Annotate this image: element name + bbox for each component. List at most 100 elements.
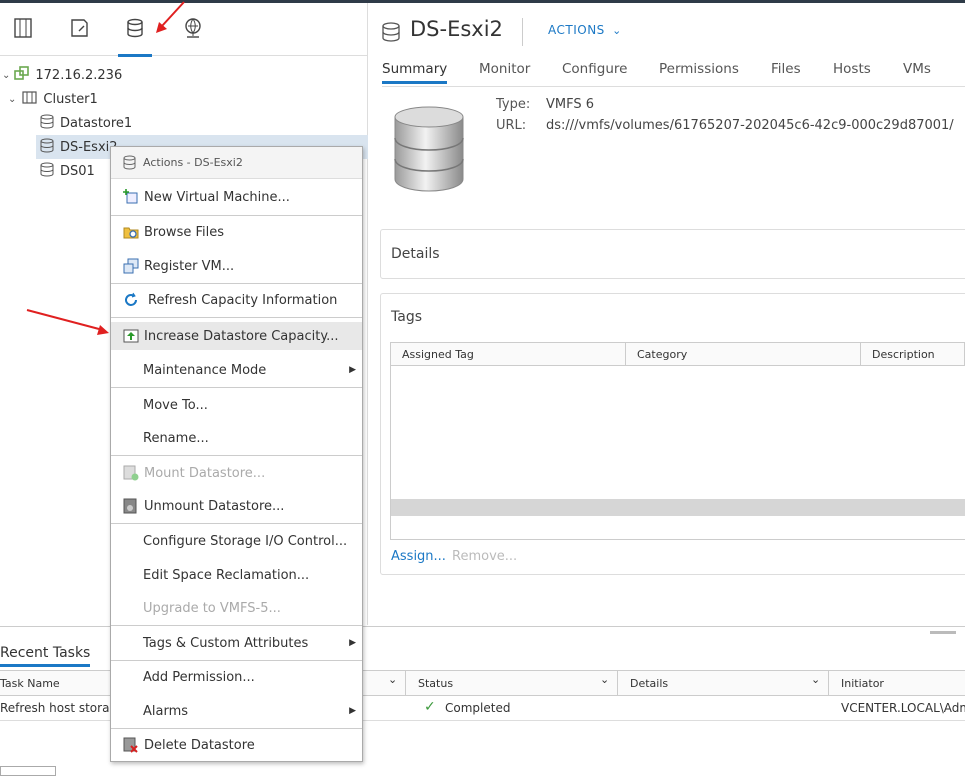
tree-item-label: DS01 — [60, 163, 95, 179]
column-divider — [860, 343, 861, 365]
task-status-cell: Completed — [445, 701, 511, 715]
refresh-icon — [123, 292, 139, 308]
task-name-cell[interactable]: Refresh host storage — [0, 701, 124, 715]
hosts-clusters-icon[interactable] — [6, 17, 40, 51]
tree-item-cluster[interactable]: ⌄ Cluster1 — [8, 87, 98, 111]
browse-files-icon — [123, 224, 139, 240]
tree-item-datastore1[interactable]: Datastore1 — [40, 111, 132, 135]
panel-resize-handle[interactable] — [930, 631, 956, 634]
menu-item-refresh-capacity[interactable]: Refresh Capacity Information — [111, 286, 362, 314]
column-description[interactable]: Description — [872, 348, 935, 361]
datastore-icon — [40, 114, 54, 133]
column-category[interactable]: Category — [637, 348, 687, 361]
menu-item-label: Upgrade to VMFS-5... — [143, 600, 281, 616]
menu-item-move-to[interactable]: Move To... — [111, 391, 362, 419]
menu-item-label: Refresh Capacity Information — [148, 292, 338, 308]
chevron-down-icon[interactable]: ⌄ — [8, 94, 16, 105]
increase-capacity-icon — [123, 328, 139, 344]
submenu-arrow-icon: ▶ — [349, 365, 356, 375]
menu-item-new-vm[interactable]: New Virtual Machine... — [111, 183, 362, 211]
type-key: Type: — [496, 97, 531, 112]
datastore-large-icon — [392, 105, 466, 199]
menu-item-add-permission[interactable]: Add Permission... — [111, 663, 362, 691]
menu-item-label: New Virtual Machine... — [144, 189, 290, 205]
menu-divider — [111, 317, 362, 318]
annotation-arrow-icon — [156, 1, 185, 33]
tab-summary[interactable]: Summary — [382, 61, 448, 84]
page-title: DS-Esxi2 — [410, 17, 503, 41]
submenu-arrow-icon: ▶ — [349, 638, 356, 648]
type-value: VMFS 6 — [546, 97, 595, 112]
menu-item-configure-sioc[interactable]: Configure Storage I/O Control... — [111, 527, 362, 555]
chevron-down-icon[interactable]: ⌄ — [2, 70, 10, 81]
column-divider — [405, 671, 406, 695]
tree-item-label: Cluster1 — [43, 91, 98, 107]
horizontal-scrollbar[interactable] — [391, 499, 965, 516]
column-task-name[interactable]: Task Name — [0, 677, 60, 690]
details-title: Details — [391, 246, 440, 262]
tab-files[interactable]: Files — [771, 61, 801, 77]
filter-dropdown[interactable] — [0, 766, 56, 776]
datastore-icon — [123, 155, 136, 174]
menu-divider — [111, 455, 362, 456]
chevron-down-icon[interactable]: ⌄ — [811, 673, 820, 686]
assign-link[interactable]: Assign... — [391, 549, 446, 564]
menu-divider — [111, 215, 362, 216]
actions-label: ACTIONS — [548, 23, 605, 37]
check-icon: ✓ — [424, 699, 436, 715]
column-details[interactable]: Details — [630, 677, 668, 690]
menu-item-label: Register VM... — [144, 258, 235, 274]
recent-tasks-tab[interactable]: Recent Tasks — [0, 645, 91, 667]
menu-divider — [111, 387, 362, 388]
tab-permissions[interactable]: Permissions — [659, 61, 739, 77]
menu-item-rename[interactable]: Rename... — [111, 424, 362, 452]
actions-button[interactable]: ACTIONS ⌄ — [548, 23, 622, 37]
tree-item-ds01[interactable]: DS01 — [40, 159, 95, 183]
column-status[interactable]: Status — [418, 677, 453, 690]
menu-item-mount-datastore: Mount Datastore... — [111, 459, 362, 487]
menu-item-label: Rename... — [143, 430, 209, 446]
storage-icon[interactable] — [118, 17, 152, 57]
menu-item-label: Unmount Datastore... — [144, 498, 285, 514]
content-panel: DS-Esxi2 ACTIONS ⌄ Summary Monitor Confi… — [370, 3, 965, 625]
menu-item-delete-datastore[interactable]: Delete Datastore — [111, 731, 362, 759]
menu-item-increase-capacity[interactable]: Increase Datastore Capacity... — [111, 322, 362, 350]
menu-header: Actions - DS-Esxi2 — [111, 147, 362, 179]
menu-item-label: Move To... — [143, 397, 208, 413]
tree-item-label: DS-Esxi2 — [60, 139, 118, 155]
menu-item-edit-space-reclamation[interactable]: Edit Space Reclamation... — [111, 561, 362, 589]
chevron-down-icon[interactable]: ⌄ — [600, 673, 609, 686]
details-card[interactable]: Details — [380, 229, 965, 279]
register-vm-icon — [123, 258, 139, 274]
tab-hosts[interactable]: Hosts — [833, 61, 871, 77]
menu-item-register-vm[interactable]: Register VM... — [111, 252, 362, 280]
menu-item-unmount-datastore[interactable]: Unmount Datastore... — [111, 492, 362, 520]
tab-monitor[interactable]: Monitor — [479, 61, 530, 77]
url-key: URL: — [496, 118, 527, 133]
datastore-icon — [382, 22, 400, 46]
tree-item-vcenter[interactable]: ⌄ 172.16.2.236 — [0, 63, 122, 87]
menu-item-label: Configure Storage I/O Control... — [143, 533, 348, 549]
tab-vms[interactable]: VMs — [903, 61, 931, 77]
menu-item-label: Edit Space Reclamation... — [143, 567, 310, 583]
chevron-down-icon[interactable]: ⌄ — [388, 673, 397, 686]
vms-templates-icon[interactable] — [62, 17, 96, 51]
menu-item-tags-attributes[interactable]: Tags & Custom Attributes ▶ — [111, 629, 362, 657]
column-assigned-tag[interactable]: Assigned Tag — [402, 348, 474, 361]
column-initiator[interactable]: Initiator — [841, 677, 884, 690]
menu-item-alarms[interactable]: Alarms ▶ — [111, 697, 362, 725]
menu-item-browse-files[interactable]: Browse Files — [111, 218, 362, 246]
menu-item-label: Add Permission... — [143, 669, 255, 685]
menu-divider — [111, 283, 362, 284]
vcenter-icon — [14, 65, 30, 85]
menu-divider — [111, 523, 362, 524]
menu-item-label: Tags & Custom Attributes — [143, 635, 309, 651]
tags-grid-header: Assigned Tag Category Description — [390, 342, 965, 366]
menu-item-maintenance-mode[interactable]: Maintenance Mode ▶ — [111, 356, 362, 384]
remove-link: Remove... — [452, 549, 518, 564]
new-vm-icon — [123, 189, 139, 205]
column-divider — [828, 671, 829, 695]
tab-configure[interactable]: Configure — [562, 61, 627, 77]
submenu-arrow-icon: ▶ — [349, 706, 356, 716]
menu-item-label: Increase Datastore Capacity... — [144, 328, 339, 344]
